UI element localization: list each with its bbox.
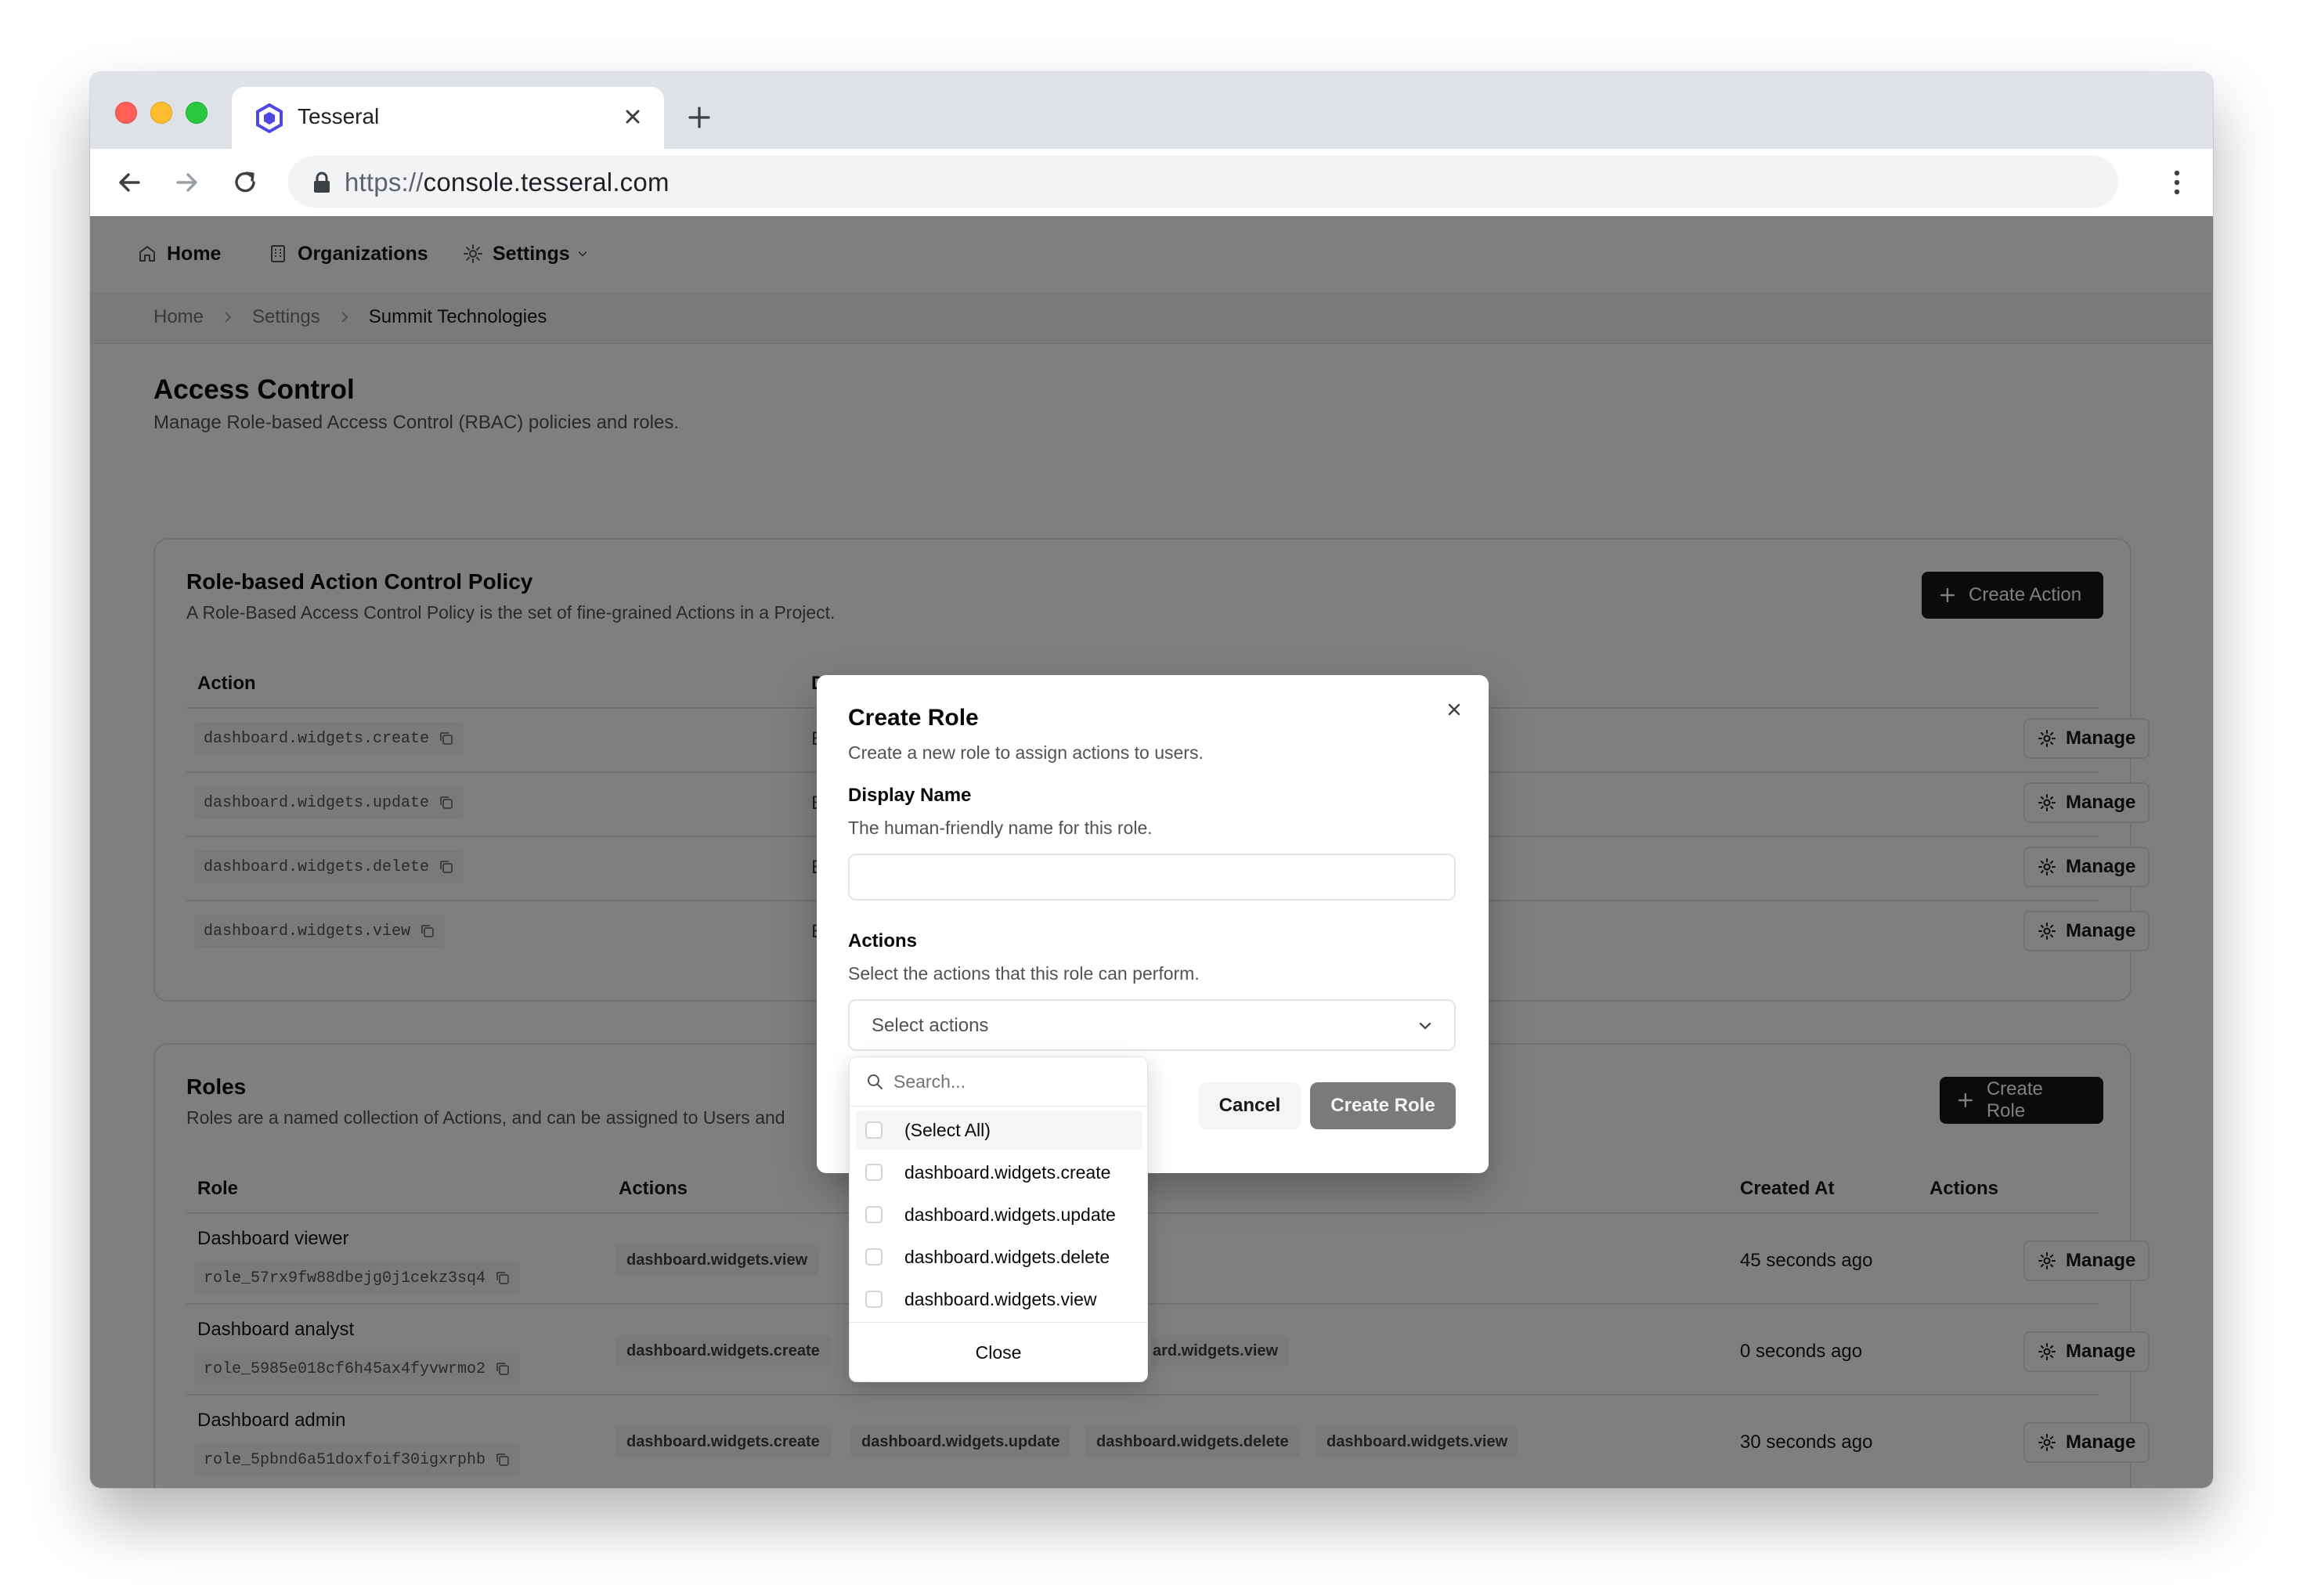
tesseral-logo-icon	[256, 103, 283, 134]
close-icon[interactable]	[1443, 699, 1465, 720]
new-tab-icon[interactable]	[684, 102, 715, 133]
dropdown-option[interactable]: dashboard.widgets.delete	[856, 1237, 1142, 1276]
divider	[850, 1322, 1147, 1323]
browser-toolbar: https://console.tesseral.com	[90, 149, 2213, 217]
option-label: dashboard.widgets.create	[904, 1162, 1111, 1183]
create-role-submit-button[interactable]: Create Role	[1310, 1082, 1456, 1129]
browser-tab[interactable]: Tesseral	[232, 87, 664, 149]
dropdown-option[interactable]: dashboard.widgets.view	[856, 1280, 1142, 1319]
dropdown-close-button[interactable]: Close	[850, 1323, 1147, 1381]
window-close-button[interactable]	[115, 102, 137, 124]
checkbox[interactable]	[865, 1121, 883, 1139]
url-text: https://console.tesseral.com	[345, 168, 670, 197]
browser-window: Tesseral https://console.tesseral.com Cr…	[90, 72, 2213, 1488]
checkbox[interactable]	[865, 1206, 883, 1223]
actions-help: Select the actions that this role can pe…	[848, 963, 1200, 984]
window-minimize-button[interactable]	[150, 102, 172, 124]
checkbox[interactable]	[865, 1248, 883, 1266]
actions-label: Actions	[848, 930, 918, 951]
dropdown-search	[850, 1057, 1147, 1107]
checkbox[interactable]	[865, 1291, 883, 1308]
reload-icon[interactable]	[228, 165, 262, 200]
close-tab-icon[interactable]	[617, 101, 648, 132]
tab-title: Tesseral	[298, 104, 380, 128]
search-icon	[868, 1074, 883, 1089]
dropdown-option[interactable]: dashboard.widgets.update	[856, 1195, 1142, 1234]
app-viewport: Home Organizations Settings Home Setting…	[90, 216, 2213, 1488]
option-label: dashboard.widgets.delete	[904, 1247, 1110, 1267]
actions-select-placeholder: Select actions	[872, 1015, 989, 1036]
display-name-label: Display Name	[848, 785, 972, 806]
actions-dropdown: (Select All) dashboard.widgets.create da…	[849, 1056, 1148, 1382]
display-name-help: The human-friendly name for this role.	[848, 818, 1153, 838]
forward-arrow-icon[interactable]	[170, 165, 204, 200]
lock-icon	[314, 172, 330, 193]
address-bar[interactable]: https://console.tesseral.com	[288, 156, 2118, 208]
dialog-title: Create Role	[848, 705, 979, 731]
display-name-input[interactable]	[848, 854, 1456, 901]
window-zoom-button[interactable]	[186, 102, 208, 124]
option-label: dashboard.widgets.view	[904, 1289, 1097, 1309]
chevron-down-icon	[1419, 1022, 1431, 1030]
actions-select[interactable]: Select actions	[848, 999, 1456, 1051]
dropdown-option[interactable]: dashboard.widgets.create	[856, 1153, 1142, 1192]
browser-menu-icon[interactable]	[2169, 165, 2185, 200]
dropdown-search-input[interactable]	[893, 1067, 1128, 1096]
browser-tab-strip: Tesseral	[90, 72, 2213, 149]
back-arrow-icon[interactable]	[112, 165, 146, 200]
option-label: dashboard.widgets.update	[904, 1204, 1116, 1225]
option-label: (Select All)	[904, 1120, 991, 1140]
dialog-description: Create a new role to assign actions to u…	[848, 742, 1204, 763]
cancel-button[interactable]: Cancel	[1199, 1082, 1301, 1129]
checkbox[interactable]	[865, 1164, 883, 1181]
dropdown-option-select-all[interactable]: (Select All)	[856, 1110, 1142, 1150]
